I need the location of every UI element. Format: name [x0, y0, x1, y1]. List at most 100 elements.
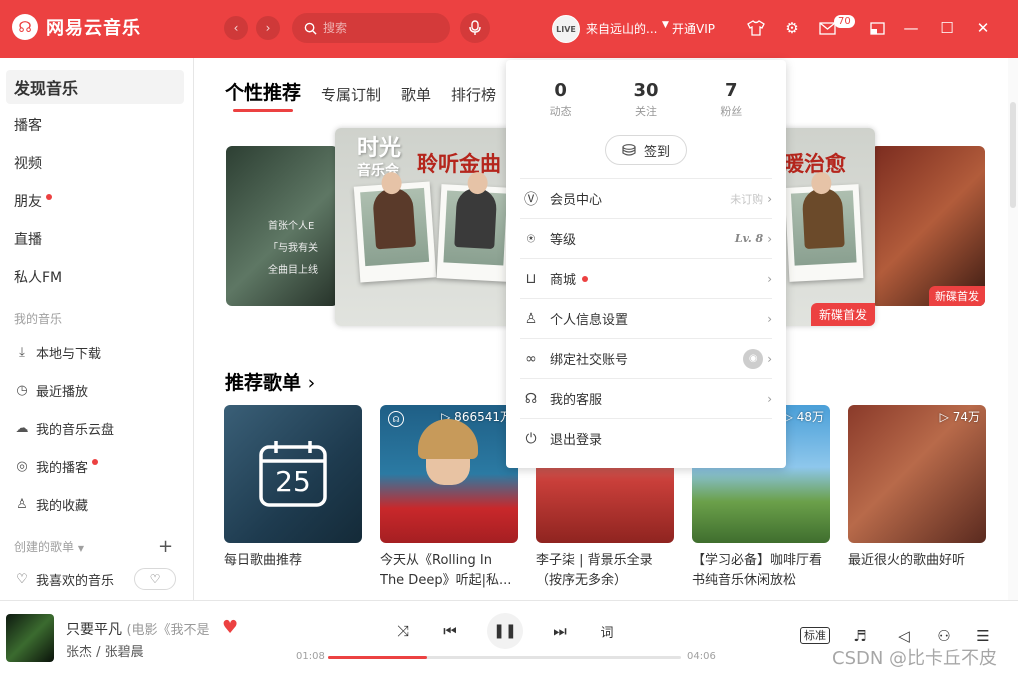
- stat-events[interactable]: 0 动态: [531, 80, 591, 119]
- banner-left[interactable]: 首张个人E 「与我有关 全曲目上线: [226, 146, 338, 306]
- notification-dot: [92, 459, 99, 465]
- mini-mode-button[interactable]: [866, 17, 888, 39]
- next-button[interactable]: ⏭: [547, 618, 573, 644]
- sidebar-item-discover[interactable]: 发现音乐: [6, 70, 184, 104]
- scrollbar[interactable]: [1008, 58, 1018, 600]
- sidebar-item-local-download[interactable]: ⤓ 本地与下载: [6, 335, 184, 369]
- sidebar-item-label: 视频: [14, 156, 42, 172]
- like-heart-icon[interactable]: ♥: [222, 617, 238, 638]
- playlist-cover[interactable]: 25: [224, 405, 362, 543]
- previous-button[interactable]: ⏮: [437, 618, 463, 644]
- tab-personal-recommend[interactable]: 个性推荐: [225, 78, 301, 112]
- mail-icon: [818, 21, 836, 35]
- maximize-button[interactable]: ☐: [936, 17, 958, 39]
- app-logo[interactable]: ☊ 网易云音乐: [12, 14, 141, 40]
- settings-button[interactable]: ⚙: [781, 17, 803, 39]
- menu-item-member-center[interactable]: Ⓥ 会员中心 未订购 ›: [520, 178, 772, 218]
- progress-bar[interactable]: [328, 656, 681, 659]
- tab-bar: 个性推荐 专属订制 歌单 排行榜: [225, 78, 496, 112]
- playlist-title[interactable]: 最近很火的歌曲好听: [848, 551, 986, 591]
- vip-button[interactable]: 开通VIP: [672, 20, 715, 37]
- chevron-right-icon: ›: [767, 311, 772, 326]
- forward-button[interactable]: ›: [256, 16, 280, 40]
- shuffle-button[interactable]: ⤨: [390, 618, 416, 644]
- pause-button[interactable]: ❚❚: [487, 613, 523, 649]
- close-button[interactable]: ✕: [972, 17, 994, 39]
- new-album-tag: 新碟首发: [929, 286, 985, 306]
- add-playlist-button[interactable]: +: [158, 536, 173, 557]
- menu-item-bind-social[interactable]: ∞ 绑定社交账号 ◉ ›: [520, 338, 772, 378]
- sidebar-item-collection[interactable]: ♙ 我的收藏: [6, 487, 184, 521]
- username[interactable]: 来自远山的...: [586, 20, 657, 37]
- playlist-title[interactable]: 李子柒 | 背景乐全录（按序无多余）: [536, 551, 674, 591]
- netease-logo-icon: ☊: [12, 14, 38, 40]
- play-count: ▷ 48万: [783, 410, 824, 424]
- sidebar-item-live[interactable]: 直播: [6, 222, 184, 256]
- clock-icon: ◷: [16, 382, 28, 398]
- playlist-card[interactable]: ▷ 74万 最近很火的歌曲好听: [848, 405, 986, 591]
- sidebar-item-label: 朋友: [14, 194, 42, 210]
- scroll-thumb[interactable]: [1010, 102, 1016, 208]
- back-button[interactable]: ‹: [224, 16, 248, 40]
- menu-item-store[interactable]: ⊔ 商城 ›: [520, 258, 772, 298]
- playlist-cover[interactable]: ☊ ▷ 866541万: [380, 405, 518, 543]
- checkin-button[interactable]: 签到: [605, 135, 687, 165]
- maximize-icon: ☐: [940, 19, 954, 37]
- song-title[interactable]: 只要平凡 (电影《我不是: [66, 619, 210, 639]
- artist-name[interactable]: 张杰 / 张碧晨: [66, 641, 144, 660]
- sidebar: 发现音乐 播客 视频 朋友 直播 私人FM 我的音乐 ⤓ 本地与下载 ◷ 最近播放 …: [0, 58, 194, 600]
- menu-item-level[interactable]: ⍟ 等级 Lv. 8 ›: [520, 218, 772, 258]
- album-cover[interactable]: [6, 614, 54, 662]
- skin-button[interactable]: [745, 17, 767, 39]
- sidebar-item-cloud[interactable]: ☁ 我的音乐云盘: [6, 411, 184, 445]
- banner-title: 聆听金曲: [417, 152, 501, 176]
- sidebar-item-video[interactable]: 视频: [6, 146, 184, 180]
- search-input[interactable]: [323, 21, 433, 35]
- stat-followers[interactable]: 7 粉丝: [701, 80, 761, 119]
- menu-item-logout[interactable]: ⏻ 退出登录: [520, 418, 772, 458]
- sidebar-item-recent[interactable]: ◷ 最近播放: [6, 373, 184, 407]
- playlist-title[interactable]: 每日歌曲推荐: [224, 551, 362, 591]
- menu-item-customer-service[interactable]: ☊ 我的客服 ›: [520, 378, 772, 418]
- menu-item-right: ›: [767, 392, 772, 406]
- pause-icon: ❚❚: [493, 623, 517, 639]
- lyrics-button[interactable]: 词: [594, 618, 620, 644]
- tab-charts[interactable]: 排行榜: [451, 84, 496, 105]
- search-box[interactable]: [292, 13, 450, 43]
- caret-down-icon: ▼: [77, 544, 84, 553]
- sidebar-item-fm[interactable]: 私人FM: [6, 260, 184, 294]
- quality-button[interactable]: 标准: [800, 627, 830, 644]
- playlist-cover[interactable]: ▷ 74万: [848, 405, 986, 543]
- recommend-playlists-title[interactable]: 推荐歌单 ›: [225, 368, 315, 395]
- playlist-card[interactable]: ☊ ▷ 866541万 今天从《Rolling In The Deep》听起|私…: [380, 405, 518, 591]
- tab-playlists[interactable]: 歌单: [401, 84, 431, 105]
- member-status: 未订购: [730, 192, 764, 206]
- heart-mode-button[interactable]: ♡: [134, 568, 176, 590]
- profile-menu: Ⓥ 会员中心 未订购 › ⍟ 等级 Lv. 8 › ⊔ 商城 › ♙ 个人信息设置 …: [520, 178, 772, 458]
- notification-dot: [582, 275, 589, 282]
- speaker-icon: ◁: [898, 627, 910, 645]
- minimize-button[interactable]: —: [900, 17, 922, 39]
- sidebar-item-friends[interactable]: 朋友: [6, 184, 184, 218]
- stat-label: 粉丝: [720, 105, 743, 118]
- user-avatar[interactable]: LIVE: [552, 15, 580, 43]
- banner-left-text: 首张个人E 「与我有关 全曲目上线: [268, 216, 318, 282]
- sidebar-item-podcast[interactable]: 播客: [6, 108, 184, 142]
- sidebar-item-my-podcast[interactable]: ◎ 我的播客: [6, 449, 184, 483]
- menu-item-label: 我的客服: [550, 393, 603, 408]
- mail-count-badge: 70: [834, 15, 855, 28]
- tab-custom[interactable]: 专属订制: [321, 84, 381, 105]
- banner-photo: [353, 181, 437, 283]
- stat-following[interactable]: 30 关注: [616, 80, 676, 119]
- playlist-card[interactable]: 25 每日歌曲推荐: [224, 405, 362, 591]
- playlist-title[interactable]: 【学习必备】咖啡厅看书纯音乐休闲放松: [692, 551, 830, 591]
- sidebar-item-label: 最近播放: [36, 384, 89, 400]
- banner-left-line: 首张个人E: [268, 221, 315, 232]
- banner-right[interactable]: 新碟首发: [871, 146, 985, 306]
- caret-down-icon[interactable]: ▼: [662, 20, 669, 30]
- voice-search-button[interactable]: [460, 13, 490, 43]
- playlist-title[interactable]: 今天从《Rolling In The Deep》听起|私...: [380, 551, 518, 591]
- created-playlists-heading[interactable]: 创建的歌单 ▼: [14, 538, 84, 555]
- menu-item-profile-settings[interactable]: ♙ 个人信息设置 ›: [520, 298, 772, 338]
- link-icon: ∞: [525, 350, 537, 367]
